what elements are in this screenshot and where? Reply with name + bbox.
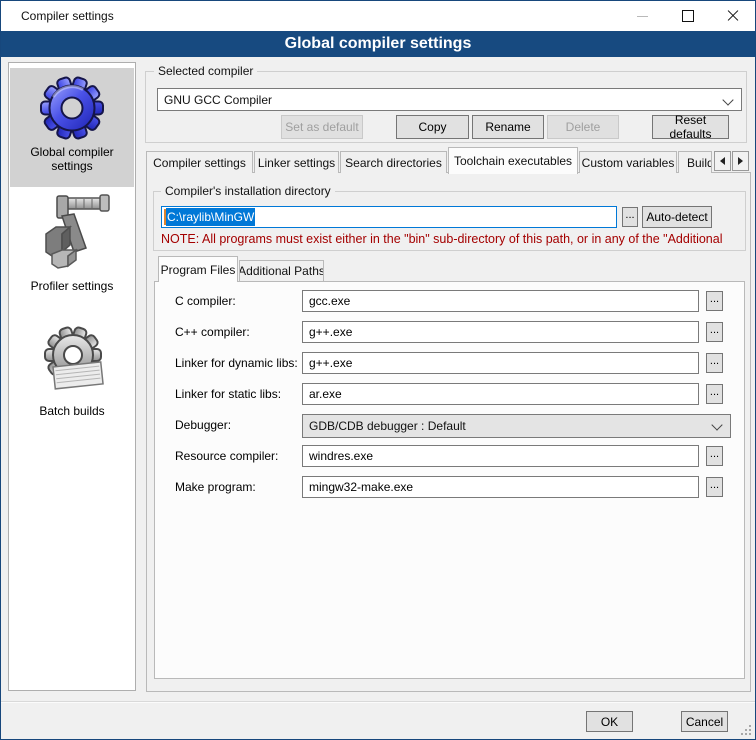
delete-button[interactable]: Delete	[547, 115, 619, 139]
page-title: Global compiler settings	[1, 31, 755, 57]
tab-scroll-right-button[interactable]	[732, 151, 749, 171]
close-button[interactable]	[710, 1, 755, 31]
static-linker-row: Linker for static libs: ...	[155, 383, 744, 405]
maximize-button[interactable]	[665, 1, 710, 31]
close-icon	[727, 10, 739, 22]
reset-defaults-button[interactable]: Reset defaults	[652, 115, 729, 139]
browse-button[interactable]: ...	[706, 477, 723, 497]
footer-divider-highlight	[1, 702, 755, 703]
tab-toolchain-executables[interactable]: Toolchain executables	[448, 147, 578, 174]
compiler-combobox-value: GNU GCC Compiler	[164, 93, 272, 107]
resource-compiler-row: Resource compiler: ...	[155, 445, 744, 467]
right-arrow-icon	[738, 157, 747, 165]
left-arrow-icon	[716, 157, 725, 165]
compiler-combobox[interactable]: GNU GCC Compiler	[157, 88, 742, 111]
sidebar-item-batch-builds[interactable]: Batch builds	[10, 323, 134, 418]
tab-search-directories[interactable]: Search directories	[340, 151, 447, 173]
minimize-icon	[637, 16, 648, 17]
make-program-row: Make program: ...	[155, 476, 744, 498]
dynamic-linker-row: Linker for dynamic libs: ...	[155, 352, 744, 374]
browse-button[interactable]: ...	[706, 291, 723, 311]
browse-button[interactable]: ...	[706, 353, 723, 373]
compiler-settings-dialog: Compiler settings Global compiler settin…	[0, 0, 756, 740]
minimize-button[interactable]	[620, 1, 665, 31]
resize-grip[interactable]	[740, 724, 752, 736]
directory-browse-button[interactable]: ...	[622, 207, 638, 227]
sidebar-item-global-compiler-settings[interactable]: Global compiler settings	[10, 68, 134, 187]
copy-button[interactable]: Copy	[396, 115, 469, 139]
sidebar-item-profiler-settings[interactable]: Profiler settings	[10, 190, 134, 293]
directory-selected-text: C:\raylib\MinGW	[166, 208, 255, 226]
cpp-compiler-input[interactable]	[302, 321, 699, 343]
blue-gear-icon	[37, 72, 107, 142]
debugger-select[interactable]: GDB/CDB debugger : Default	[302, 414, 731, 438]
dynamic-linker-input[interactable]	[302, 352, 699, 374]
maximize-icon	[682, 10, 694, 22]
installation-directory-input[interactable]: C:\raylib\MinGW	[161, 206, 617, 228]
make-program-input[interactable]	[302, 476, 699, 498]
program-files-page: C compiler: ... C++ compiler: ... Linker…	[154, 281, 745, 679]
gray-gear-stack-icon	[35, 323, 109, 397]
window-controls	[620, 1, 755, 31]
settings-tab-bar: Compiler settings Linker settings Search…	[146, 147, 749, 173]
browse-button[interactable]: ...	[706, 384, 723, 404]
caliper-icon	[30, 190, 114, 274]
chevron-down-icon	[711, 419, 722, 430]
tab-custom-variables[interactable]: Custom variables	[579, 151, 677, 173]
note-text: NOTE: All programs must exist either in …	[161, 232, 745, 247]
tab-scroll-left-button[interactable]	[714, 151, 731, 171]
browse-button[interactable]: ...	[706, 322, 723, 342]
tab-linker-settings[interactable]: Linker settings	[254, 151, 339, 173]
subtab-additional-paths[interactable]: Additional Paths	[239, 260, 324, 281]
tab-build-truncated[interactable]: Build	[678, 151, 712, 173]
field-label: Resource compiler:	[175, 449, 278, 463]
debugger-select-value: GDB/CDB debugger : Default	[309, 419, 466, 433]
sidebar-item-label: Batch builds	[10, 404, 134, 418]
static-linker-input[interactable]	[302, 383, 699, 405]
browse-button[interactable]: ...	[706, 446, 723, 466]
resource-compiler-input[interactable]	[302, 445, 699, 467]
cpp-compiler-row: C++ compiler: ...	[155, 321, 744, 343]
installation-directory-group-label: Compiler's installation directory	[161, 184, 335, 198]
field-label: C compiler:	[175, 294, 236, 308]
resize-grip-dots	[741, 725, 743, 727]
rename-button[interactable]: Rename	[472, 115, 544, 139]
sidebar-item-label: Global compiler settings	[10, 145, 134, 173]
set-as-default-button[interactable]: Set as default	[281, 115, 363, 139]
subtab-program-files[interactable]: Program Files	[158, 256, 238, 282]
window-title: Compiler settings	[21, 1, 114, 31]
c-compiler-input[interactable]	[302, 290, 699, 312]
field-label: C++ compiler:	[175, 325, 250, 339]
field-label: Make program:	[175, 480, 256, 494]
settings-category-list: Global compiler settings P	[8, 62, 136, 691]
chevron-down-icon	[722, 94, 733, 105]
debugger-row: Debugger: GDB/CDB debugger : Default	[155, 414, 744, 436]
field-label: Linker for dynamic libs:	[175, 356, 298, 370]
field-label: Debugger:	[175, 418, 231, 432]
title-bar[interactable]: Compiler settings	[1, 1, 755, 31]
c-compiler-row: C compiler: ...	[155, 290, 744, 312]
field-label: Linker for static libs:	[175, 387, 281, 401]
ok-button[interactable]: OK	[586, 711, 633, 732]
sidebar-item-label: Profiler settings	[10, 279, 134, 293]
selected-compiler-group-label: Selected compiler	[154, 64, 257, 78]
auto-detect-button[interactable]: Auto-detect	[642, 206, 712, 228]
tab-compiler-settings[interactable]: Compiler settings	[146, 151, 253, 173]
cancel-button[interactable]: Cancel	[681, 711, 728, 732]
